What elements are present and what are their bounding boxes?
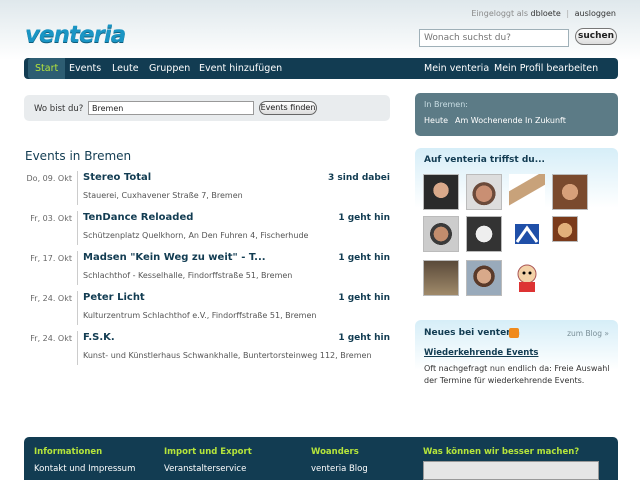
location-input[interactable] — [88, 101, 254, 115]
find-events-button[interactable]: Events finden — [259, 101, 317, 115]
avatar[interactable] — [466, 216, 502, 252]
nav-leute[interactable]: Leute — [105, 58, 146, 79]
username-link[interactable]: dbloete — [531, 9, 561, 18]
nav-gruppen[interactable]: Gruppen — [142, 58, 197, 79]
event-date: Fr, 24. Okt — [30, 294, 72, 303]
nav-mein-venteria[interactable]: Mein venteria — [417, 58, 496, 79]
event-name-link[interactable]: TenDance Reloaded — [83, 212, 193, 223]
link-zukunft[interactable]: In Zukunft — [525, 116, 566, 125]
footer-link[interactable]: Veranstalterservice — [164, 464, 246, 474]
logo-icon — [515, 224, 539, 244]
avatar[interactable] — [509, 260, 545, 296]
in-city-box: In Bremen: Heute Am Wochenende In Zukunf… — [415, 93, 618, 136]
divider — [77, 251, 78, 285]
nav-events[interactable]: Events — [62, 58, 108, 79]
list-item: Fr, 24. Okt Peter Licht Kulturzentrum Sc… — [24, 291, 392, 327]
news-title-link[interactable]: Wiederkehrende Events — [424, 348, 538, 358]
blog-link[interactable]: zum Blog » — [567, 329, 609, 338]
event-place: Schützenplatz Quelkhorn, An Den Fuhren 4… — [83, 231, 309, 240]
avatar[interactable] — [423, 216, 459, 252]
cartoon-avatar-icon — [517, 264, 537, 292]
avatar[interactable] — [552, 174, 588, 210]
nav-start[interactable]: Start — [28, 58, 66, 79]
search-button[interactable]: suchen — [575, 28, 617, 45]
rss-icon[interactable] — [509, 328, 519, 338]
divider — [77, 171, 78, 205]
event-name-link[interactable]: F.S.K. — [83, 332, 115, 343]
meet-box: Auf venteria triffst du... — [415, 148, 618, 308]
location-label: Wo bist du? — [34, 104, 84, 114]
event-attend-link[interactable]: 1 geht hin — [338, 213, 390, 223]
list-item: Fr, 03. Okt TenDance Reloaded Schützenpl… — [24, 211, 392, 247]
news-box: Neues bei venteria zum Blog » Wiederkehr… — [415, 320, 618, 400]
event-place: Kulturzentrum Schlachthof e.V., Findorff… — [83, 311, 317, 320]
event-name-link[interactable]: Stereo Total — [83, 172, 151, 183]
event-name-link[interactable]: Peter Licht — [83, 292, 145, 303]
logout-link[interactable]: ausloggen — [575, 9, 616, 18]
event-attend-link[interactable]: 1 geht hin — [338, 293, 390, 303]
avatar[interactable] — [552, 216, 578, 242]
event-date: Do, 09. Okt — [26, 174, 72, 183]
news-heading: Neues bei venteria — [424, 328, 520, 338]
footer-col-title: Informationen — [34, 447, 103, 457]
event-place: Kunst- und Künstlerhaus Schwankhalle, Bu… — [83, 351, 372, 360]
list-item: Fr, 24. Okt F.S.K. Kunst- und Künstlerha… — [24, 331, 392, 367]
avatar[interactable] — [466, 174, 502, 210]
meet-heading: Auf venteria triffst du... — [424, 155, 545, 165]
avatar[interactable] — [509, 174, 545, 210]
list-item: Do, 09. Okt Stereo Total Stauerei, Cuxha… — [24, 171, 392, 207]
events-title: Events in Bremen — [25, 149, 132, 163]
event-date: Fr, 17. Okt — [30, 254, 72, 263]
location-bar: Wo bist du? Events finden — [24, 95, 390, 121]
news-text: Oft nachgefragt nun endlich da: Freie Au… — [424, 364, 610, 385]
event-attend-link[interactable]: 1 geht hin — [338, 253, 390, 263]
footer-col-title: Woanders — [311, 447, 359, 457]
divider — [77, 211, 78, 245]
footer-link[interactable]: venteria Blog — [311, 464, 368, 474]
nav-profil-bearbeiten[interactable]: Mein Profil bearbeiten — [487, 58, 605, 79]
logged-in-label: Eingeloggt als — [471, 9, 528, 18]
avatar[interactable] — [423, 174, 459, 210]
link-heute[interactable]: Heute — [424, 116, 448, 125]
event-place: Stauerei, Cuxhavener Straße 7, Bremen — [83, 191, 243, 200]
avatar[interactable] — [466, 260, 502, 296]
event-place: Schlachthof - Kesselhalle, Findorffstraß… — [83, 271, 293, 280]
event-attend-link[interactable]: 1 geht hin — [338, 333, 390, 343]
footer-link[interactable]: Kontakt und Impressum — [34, 464, 135, 474]
event-date: Fr, 24. Okt — [30, 334, 72, 343]
event-attend-link[interactable]: 3 sind dabei — [328, 173, 390, 183]
divider — [77, 291, 78, 325]
avatar[interactable] — [509, 216, 545, 252]
user-bar: Eingeloggt als dbloete | ausloggen — [471, 9, 616, 18]
avatar[interactable] — [423, 260, 459, 296]
search-input[interactable] — [419, 29, 569, 47]
event-name-link[interactable]: Madsen "Kein Weg zu weit" - T... — [83, 252, 266, 263]
main-nav: Start Events Leute Gruppen Event hinzufü… — [24, 58, 618, 79]
footer: Informationen Kontakt und Impressum Impo… — [24, 437, 618, 480]
feedback-textarea[interactable] — [423, 461, 599, 480]
footer-col-title: Was können wir besser machen? — [423, 447, 580, 457]
event-date: Fr, 03. Okt — [30, 214, 72, 223]
separator: | — [566, 9, 570, 18]
list-item: Fr, 17. Okt Madsen "Kein Weg zu weit" - … — [24, 251, 392, 287]
divider — [77, 331, 78, 365]
nav-event-hinzufuegen[interactable]: Event hinzufügen — [192, 58, 289, 79]
logo[interactable]: venteria — [25, 22, 126, 48]
footer-col-title: Import und Export — [164, 447, 252, 457]
link-wochenende[interactable]: Am Wochenende — [455, 116, 523, 125]
in-city-heading: In Bremen: — [424, 100, 468, 109]
